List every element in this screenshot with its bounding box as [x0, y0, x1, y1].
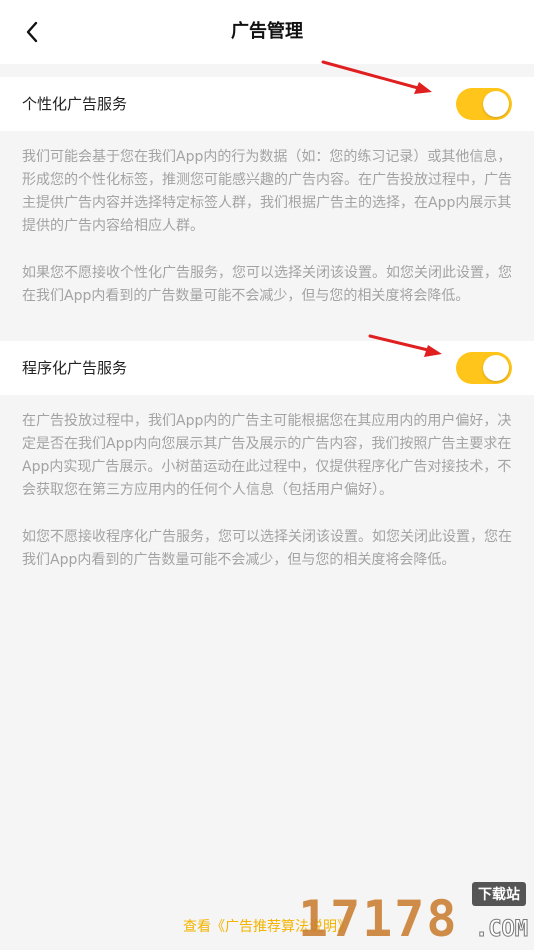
- programmatic-ads-row: 程序化广告服务: [0, 341, 534, 395]
- watermark-badge: 下载站: [472, 882, 526, 906]
- programmatic-ads-label: 程序化广告服务: [22, 359, 128, 377]
- top-bar: 广告管理: [0, 0, 534, 64]
- watermark-logo: 17178 下载站 .COM: [298, 878, 528, 948]
- programmatic-ads-toggle[interactable]: [456, 352, 512, 384]
- toggle-knob: [483, 91, 509, 117]
- programmatic-ads-description: 在广告投放过程中，我们App内的广告主可能根据您在其应用内的用户偏好，决定是否在…: [22, 410, 512, 572]
- page-title: 广告管理: [231, 21, 303, 42]
- ad-algorithm-link[interactable]: 查看《广告推荐算法说明》: [0, 916, 534, 936]
- personalized-ads-description: 我们可能会基于您在我们App内的行为数据（如：您的练习记录）或其他信息，形成您的…: [22, 146, 512, 308]
- toggle-knob: [483, 355, 509, 381]
- personalized-ads-row: 个性化广告服务: [0, 77, 534, 131]
- personalized-desc-paragraph-2: 如果您不愿接收个性化广告服务，您可以选择关闭该设置。如您关闭此设置，您在我们Ap…: [22, 265, 512, 304]
- programmatic-desc-paragraph-2: 如您不愿接收程序化广告服务，您可以选择关闭该设置。如您关闭此设置，您在我们App…: [22, 529, 512, 568]
- personalized-desc-paragraph-1: 我们可能会基于您在我们App内的行为数据（如：您的练习记录）或其他信息，形成您的…: [22, 149, 512, 234]
- personalized-ads-label: 个性化广告服务: [22, 95, 128, 113]
- programmatic-desc-paragraph-1: 在广告投放过程中，我们App内的广告主可能根据您在其应用内的用户偏好，决定是否在…: [22, 413, 512, 498]
- personalized-ads-toggle[interactable]: [456, 88, 512, 120]
